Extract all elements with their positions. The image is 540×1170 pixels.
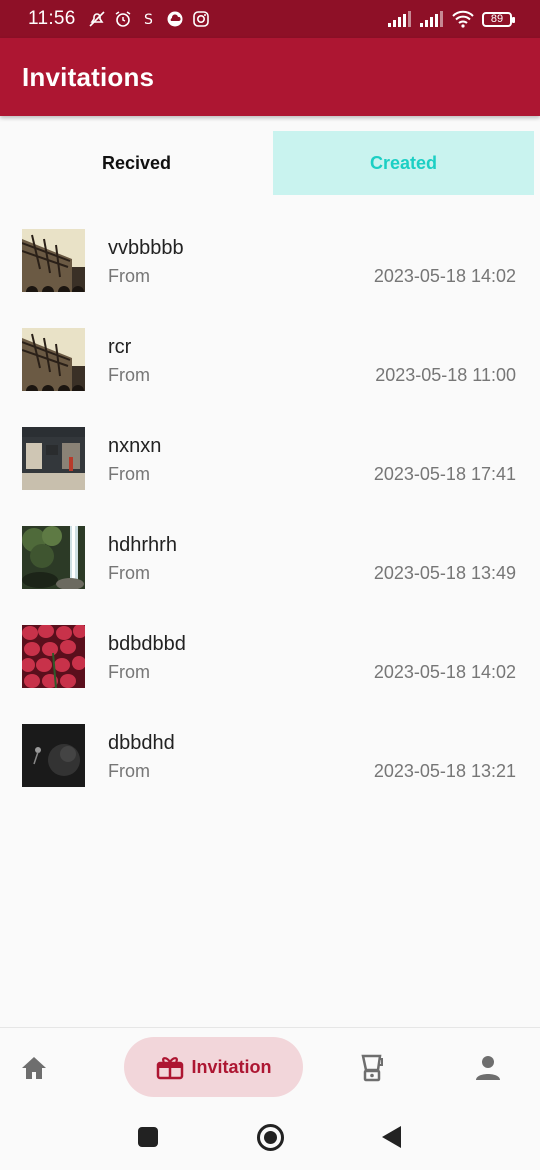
nav-home[interactable] [16,1050,52,1086]
item-date: 2023-05-18 13:21 [373,761,516,781]
alarm-icon [115,11,131,27]
item-title: hdhrhrh [108,534,177,556]
thumbnail [22,229,85,292]
item-title: dbbdhd [108,732,175,754]
status-bar: 11:56 S 89 [0,0,540,38]
app-bar: Invitations [0,38,540,116]
status-left: 11:56 S [28,8,210,30]
system-nav-bar [0,1107,540,1170]
thumbnail [22,328,85,391]
item-title: nxnxn [108,435,162,457]
item-title: bdbdbbd [108,633,186,655]
nav-profile[interactable] [470,1050,506,1086]
list-item[interactable]: rcr From 2023-05-18 11:00 [0,328,540,427]
item-date: 2023-05-18 14:02 [373,266,516,286]
signal-icon [388,11,411,27]
item-date: 2023-05-18 13:49 [373,563,516,583]
tab-bar: Recived Created [0,131,540,195]
home-button-dot [264,1131,277,1144]
battery-level: 89 [490,12,504,25]
list-item[interactable]: hdhrhrh From 2023-05-18 13:49 [0,526,540,625]
person-icon [476,1056,500,1080]
list-item[interactable]: bdbdbbd From 2023-05-18 14:02 [0,625,540,724]
item-subtitle: From [108,365,150,385]
item-date: 2023-05-18 17:41 [373,464,516,484]
thumbnail [22,625,85,688]
thumbnail [22,724,85,787]
mute-icon [89,11,105,27]
gift-icon [156,1057,183,1080]
item-subtitle: From [108,266,150,286]
bottom-nav: Invitation [0,1027,540,1107]
cloud-icon [167,11,183,27]
thumbnail [22,427,85,490]
nav-blender[interactable] [354,1050,390,1086]
signal-icon [420,11,443,27]
s-app-icon: S [144,12,153,28]
wifi-icon [452,10,474,28]
nav-invitation[interactable]: Invitation [124,1037,303,1097]
list-item[interactable]: vvbbbbb From 2023-05-18 14:02 [0,229,540,328]
tab-created[interactable]: Created [273,131,534,195]
item-date: 2023-05-18 11:00 [375,365,516,385]
instagram-icon [192,11,209,27]
back-button[interactable] [382,1126,401,1148]
item-subtitle: From [108,464,150,484]
thumbnail [22,526,85,589]
tab-received[interactable]: Recived [0,131,273,195]
page-title: Invitations [22,61,155,92]
nav-invitation-label: Invitation [191,1056,272,1077]
battery-icon: 89 [482,11,515,27]
item-date: 2023-05-18 14:02 [373,662,516,682]
svg-text:S: S [144,12,153,28]
status-right: 89 [388,10,515,28]
status-time: 11:56 [28,8,76,29]
invitation-list: vvbbbbb From 2023-05-18 14:02 rcr From 2… [0,229,540,823]
home-icon [22,1057,46,1079]
item-subtitle: From [108,761,150,781]
item-title: vvbbbbb [108,237,184,259]
item-title: rcr [108,336,132,358]
item-subtitle: From [108,662,150,682]
item-subtitle: From [108,563,150,583]
blender-icon [361,1054,383,1082]
list-item[interactable]: nxnxn From 2023-05-18 17:41 [0,427,540,526]
recent-apps-button[interactable] [138,1127,158,1147]
list-item[interactable]: dbbdhd From 2023-05-18 13:21 [0,724,540,823]
home-button[interactable] [257,1124,284,1151]
